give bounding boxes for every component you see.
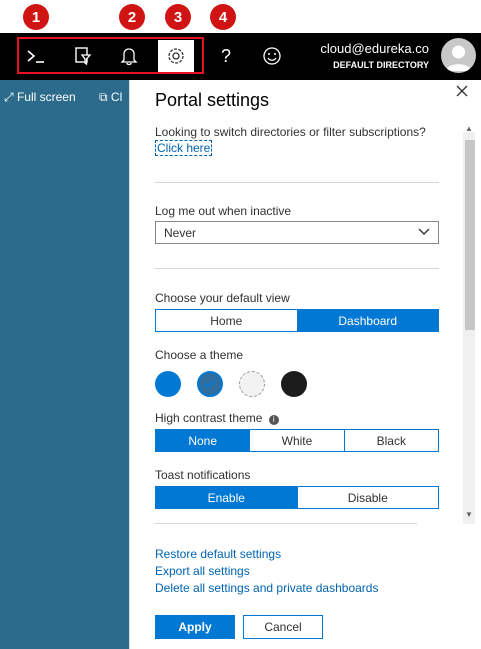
avatar[interactable] <box>441 38 476 73</box>
click-here-label[interactable]: Click here <box>155 140 213 156</box>
high-contrast-white[interactable]: White <box>250 430 345 451</box>
high-contrast-black[interactable]: Black <box>344 430 438 451</box>
step-badge-3: 3 <box>165 4 191 30</box>
logout-label: Log me out when inactive <box>155 204 292 218</box>
step-badge-1: 1 <box>23 4 49 30</box>
copy-icon: ⧉ <box>99 90 108 104</box>
highlight-box <box>17 37 204 74</box>
delete-settings-link[interactable]: Delete all settings and private dashboar… <box>155 581 378 595</box>
toast-toggle: Enable Disable <box>155 486 439 509</box>
feedback-icon[interactable] <box>254 40 290 72</box>
dashboard-background <box>0 80 129 649</box>
default-view-dashboard[interactable]: Dashboard <box>297 310 438 331</box>
default-view-home[interactable]: Home <box>156 310 298 331</box>
divider <box>155 268 439 269</box>
click-here-link[interactable]: Click here <box>155 140 213 156</box>
toast-label: Toast notifications <box>155 468 251 482</box>
toast-disable[interactable]: Disable <box>297 487 438 508</box>
restore-defaults-link[interactable]: Restore default settings <box>155 547 281 561</box>
logout-select[interactable]: Never <box>155 221 439 244</box>
close-icon[interactable] <box>455 82 469 97</box>
scroll-down-icon[interactable]: ▼ <box>465 510 473 519</box>
theme-swatch-blue[interactable] <box>155 371 181 397</box>
portal-settings-panel: Portal settings Looking to switch direct… <box>129 80 481 649</box>
theme-label: Choose a theme <box>155 348 244 362</box>
clone-button[interactable]: ⧉ Cl <box>99 90 122 105</box>
high-contrast-label: High contrast theme i <box>155 411 279 425</box>
account-directory[interactable]: DEFAULT DIRECTORY <box>333 60 429 70</box>
default-view-label: Choose your default view <box>155 291 290 305</box>
chevron-down-icon <box>418 225 430 240</box>
help-icon[interactable]: ? <box>208 40 244 72</box>
expand-icon: ⤢ <box>4 90 14 104</box>
theme-swatch-light[interactable] <box>239 371 265 397</box>
fullscreen-label: Full screen <box>16 90 76 104</box>
switch-directories-text: Looking to switch directories or filter … <box>155 125 426 139</box>
cancel-button[interactable]: Cancel <box>243 615 323 639</box>
toast-enable[interactable]: Enable <box>156 487 298 508</box>
apply-button[interactable]: Apply <box>155 615 235 639</box>
high-contrast-none[interactable]: None <box>156 430 251 451</box>
default-view-toggle: Home Dashboard <box>155 309 439 332</box>
logout-value: Never <box>164 225 197 240</box>
divider <box>155 523 417 524</box>
step-badge-4: 4 <box>210 4 236 30</box>
theme-swatch-dark[interactable] <box>281 371 307 397</box>
divider <box>155 182 439 183</box>
account-email[interactable]: cloud@edureka.co <box>320 41 429 56</box>
scroll-up-icon[interactable]: ▲ <box>465 124 473 133</box>
high-contrast-toggle: None White Black <box>155 429 439 452</box>
export-settings-link[interactable]: Export all settings <box>155 564 250 578</box>
step-badge-2: 2 <box>119 4 145 30</box>
page-title: Portal settings <box>155 90 270 110</box>
info-icon[interactable]: i <box>268 415 279 425</box>
clone-label: Cl <box>110 90 123 104</box>
scrollbar-thumb[interactable] <box>465 140 475 330</box>
theme-swatch-azure[interactable] <box>197 371 223 397</box>
high-contrast-text: High contrast theme <box>155 411 263 425</box>
fullscreen-button[interactable]: ⤢ Full screen <box>4 90 76 105</box>
